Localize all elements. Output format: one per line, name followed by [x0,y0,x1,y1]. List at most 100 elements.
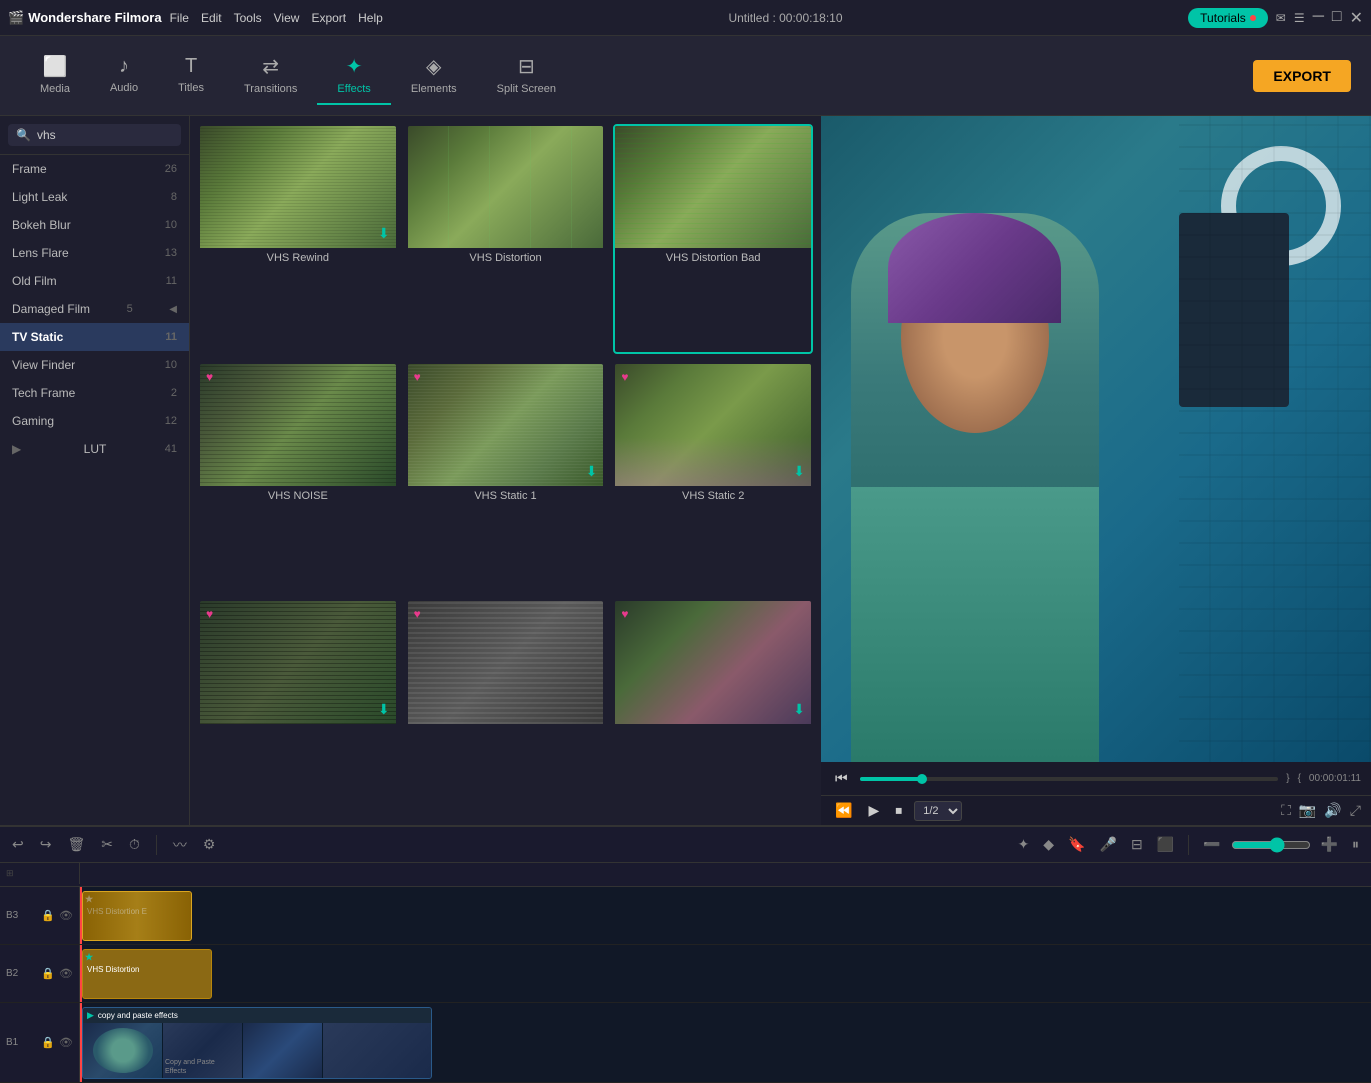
play-pause-button[interactable]: ▶ [864,800,883,821]
rewind-button[interactable]: ⏮ [831,768,852,789]
menu-icon[interactable]: ☰ [1294,11,1305,25]
search-input[interactable] [37,128,192,142]
track-b2-eye-icon[interactable]: 👁 [59,967,73,980]
title-bar-icons: ✉ ☰ [1276,11,1305,25]
search-box: 🔍 ⋯ [8,124,181,146]
track-b3-lock-icon[interactable]: 🔒 [41,909,55,922]
category-view-finder-label: View Finder [12,358,75,372]
track-b1-lock-icon[interactable]: 🔒 [41,1036,55,1049]
category-light-leak[interactable]: Light Leak 8 [0,183,189,211]
duration-button[interactable]: ⏱ [125,834,144,855]
maximize-button[interactable]: □ [1332,8,1342,28]
zoom-slider[interactable] [1231,837,1311,853]
progress-thumb [917,774,927,784]
stop-button[interactable]: ⏹ [891,800,906,821]
expand-icon[interactable]: ⤢ [1350,802,1361,819]
effect-label-extra-3 [615,724,811,730]
preview-action-icons: ⛶ 📷 🔊 ⤢ [1281,802,1361,819]
playback-quality-select[interactable]: 1/2Full1/4 [914,801,962,821]
redo-button[interactable]: ↪ [36,834,56,855]
clip-label-b1: copy and paste effects [98,1011,178,1020]
marker-button[interactable]: 🔖 [1064,834,1089,855]
fullscreen-icon[interactable]: ⛶ [1281,802,1291,819]
toolbar-media[interactable]: ⬜ Media [20,46,90,105]
step-back-button[interactable]: ⏪ [831,800,856,821]
progress-bar[interactable] [860,777,1279,781]
toolbar-split-screen[interactable]: ⊟ Split Screen [477,46,576,105]
effect-card-vhs-rewind[interactable]: ⬇ VHS Rewind [198,124,398,354]
category-gaming[interactable]: Gaming 12 [0,407,189,435]
effect-card-vhs-distortion-bad[interactable]: VHS Distortion Bad [613,124,813,354]
menu-edit[interactable]: Edit [201,11,222,25]
category-lens-flare[interactable]: Lens Flare 13 [0,239,189,267]
close-button[interactable]: ✕ [1350,8,1363,28]
effect-card-vhs-distortion[interactable]: VHS Distortion [406,124,606,354]
effect-label-vhs-distortion-bad: VHS Distortion Bad [615,248,811,266]
category-view-finder[interactable]: View Finder 10 [0,351,189,379]
track-b1-icons: 🔒 👁 [41,1036,73,1049]
track-b2-lock-icon[interactable]: 🔒 [41,967,55,980]
category-tech-frame[interactable]: Tech Frame 2 [0,379,189,407]
category-damaged-film[interactable]: Damaged Film 5 ◀ [0,295,189,323]
cut-button[interactable]: ✂ [97,834,117,855]
audio-waveform-button[interactable]: 〰 [169,833,191,857]
heart-icon: ♥ [621,370,628,384]
menu-file[interactable]: File [170,11,189,25]
clip-vhs-distortion-e[interactable]: ★ VHS Distortion E [82,891,192,941]
toolbar-titles[interactable]: T Titles [158,47,224,104]
expand-icon: ◀ [169,304,177,315]
toolbar-elements[interactable]: ◈ Elements [391,46,477,105]
adjust-button[interactable]: ⚙ [199,834,220,855]
effect-card-vhs-noise[interactable]: ♥ VHS NOISE [198,362,398,592]
voice-button[interactable]: 🎤 [1096,834,1121,855]
category-gaming-count: 12 [165,415,177,427]
clip-vhs-distortion[interactable]: ★ VHS Distortion [82,949,212,999]
menu-export[interactable]: Export [311,11,346,25]
audio-icon[interactable]: 🔊 [1324,802,1341,819]
toolbar-transitions[interactable]: ⇄ Transitions [224,46,317,105]
effect-card-vhs-static-2[interactable]: ♥ ⬇ VHS Static 2 [613,362,813,592]
category-lens-flare-count: 13 [165,247,177,259]
effect-label-vhs-distortion: VHS Distortion [408,248,604,266]
menu-view[interactable]: View [274,11,300,25]
category-old-film[interactable]: Old Film 11 [0,267,189,295]
effects-grid: ⬇ VHS Rewind VHS Distortion [190,116,821,825]
effect-thumb-vhs-rewind: ⬇ [200,126,396,248]
screenshot-icon[interactable]: 📷 [1299,802,1316,819]
bracket-out: { [1298,773,1301,784]
effects-grid-panel: ⬇ VHS Rewind VHS Distortion [190,116,821,825]
thumb-2: Copy and PasteEffects [163,1023,243,1078]
window-controls: ─ □ ✕ [1313,8,1363,28]
category-frame[interactable]: Frame 26 [0,155,189,183]
minimize-button[interactable]: ─ [1313,8,1324,28]
keyframe-button[interactable]: ◆ [1039,834,1058,855]
track-b1-eye-icon[interactable]: 👁 [59,1036,73,1049]
category-lut[interactable]: ▶ LUT 41 [0,435,189,463]
mail-icon[interactable]: ✉ [1276,11,1286,25]
clip-copy-paste-effects[interactable]: ▶ copy and paste effects Copy and PasteE… [82,1007,432,1079]
category-bokeh-blur[interactable]: Bokeh Blur 10 [0,211,189,239]
zoom-out-icon[interactable]: ➖ [1199,834,1224,855]
split-button[interactable]: ⊟ [1127,834,1147,855]
export-button[interactable]: EXPORT [1253,60,1351,92]
track-b2-label: B2 [6,968,18,979]
tutorials-button[interactable]: Tutorials [1188,8,1268,28]
effect-card-extra-3[interactable]: ♥ ⬇ [613,599,813,817]
ruler-header: ⊞ [0,863,80,884]
toolbar-effects[interactable]: ✦ Effects [317,46,390,105]
zoom-in-icon[interactable]: ➕ [1317,834,1342,855]
category-tv-static[interactable]: TV Static 11 [0,323,189,351]
heart-icon: ♥ [621,607,628,621]
effect-card-vhs-static-1[interactable]: ♥ ⬇ VHS Static 1 [406,362,606,592]
track-b3-eye-icon[interactable]: 👁 [59,909,73,922]
undo-button[interactable]: ↩ [8,834,28,855]
menu-help[interactable]: Help [358,11,383,25]
caption-button[interactable]: ⬛ [1153,834,1178,855]
delete-button[interactable]: 🗑 [63,834,89,855]
effect-card-extra-2[interactable]: ♥ [406,599,606,817]
effect-card-extra-1[interactable]: ♥ ⬇ [198,599,398,817]
toolbar-audio[interactable]: ♪ Audio [90,47,158,104]
menu-tools[interactable]: Tools [234,11,262,25]
snapshot-button[interactable]: ✦ [1014,834,1034,855]
pause-timeline-button[interactable]: ⏸ [1348,834,1363,855]
